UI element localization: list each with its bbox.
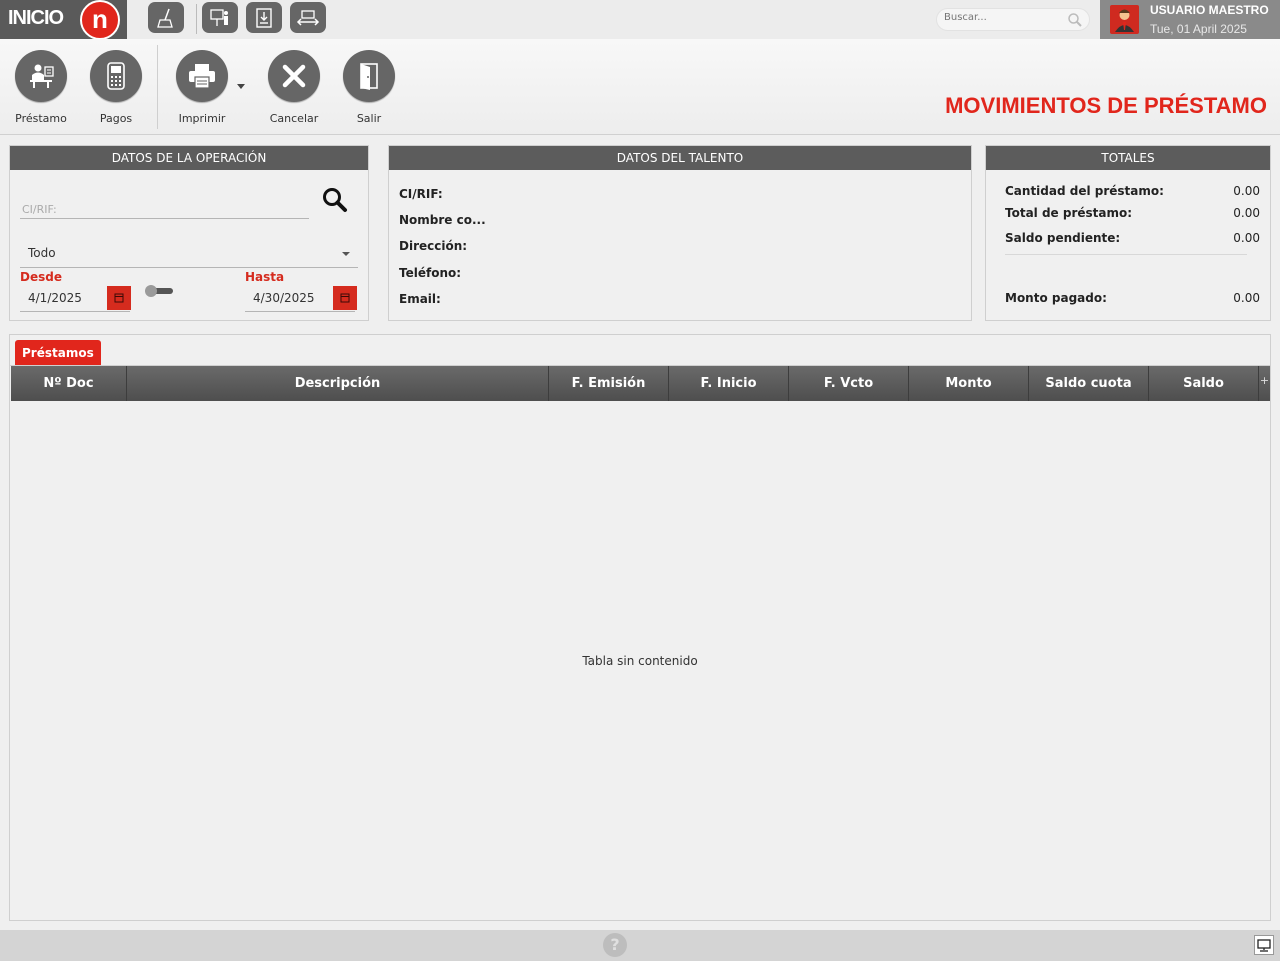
payment-terminal-icon [107,62,125,90]
date-range-toggle[interactable] [145,285,175,297]
cirif-placeholder: CI/RIF: [22,203,57,216]
totales-panel-title: TOTALES [986,146,1270,170]
close-icon [282,64,306,88]
monitor-icon [1257,938,1271,952]
talento-cirif-label: CI/RIF: [399,187,443,201]
quick-separator [196,4,197,34]
hasta-calendar-button[interactable] [333,286,357,310]
imprimir-label: Imprimir [178,112,226,125]
toolbar: Préstamo Pagos Imprimir Cancelar Salir M… [0,39,1280,135]
status-bar: ? [0,930,1280,961]
cancelar-button[interactable] [268,50,320,102]
cantidad-label: Cantidad del préstamo: [1005,184,1164,198]
search-icon[interactable] [321,186,349,217]
table-header: Nº Doc Descripción F. Emisión F. Inicio … [11,366,1270,401]
calendar-icon [340,293,350,303]
hasta-value: 4/30/2025 [253,291,315,305]
monto-pagado-label: Monto pagado: [1005,291,1107,305]
search-icon[interactable] [1067,12,1083,31]
talento-direccion-label: Dirección: [399,239,468,253]
desde-calendar-button[interactable] [107,286,131,310]
pagos-button[interactable] [90,50,142,102]
col-f-vcto[interactable]: F. Vcto [789,366,909,401]
app-logo[interactable]: INICIO n [0,0,127,40]
logo-text: INICIO [8,7,64,29]
chevron-down-icon [342,252,350,256]
top-bar: INICIO n Buscar... USUARIO MAESTRO Tue, … [0,0,1280,40]
filter-value: Todo [28,246,56,260]
col-f-inicio[interactable]: F. Inicio [669,366,789,401]
search-box[interactable] [936,8,1090,31]
total-value: 0.00 [1233,206,1260,220]
col-monto[interactable]: Monto [909,366,1029,401]
totales-panel: TOTALES Cantidad del préstamo: 0.00 Tota… [985,145,1271,321]
door-exit-icon [360,63,378,90]
prestamo-button[interactable] [15,50,67,102]
monitor-button[interactable] [1254,935,1274,955]
talento-telefono-label: Teléfono: [399,266,462,280]
page-title: MOVIMIENTOS DE PRÉSTAMO [945,93,1267,118]
desde-value: 4/1/2025 [28,291,82,305]
transfer-button[interactable] [290,2,326,33]
total-label: Total de préstamo: [1005,206,1133,220]
hasta-label: Hasta [245,270,285,284]
help-icon[interactable]: ? [603,933,627,957]
presentation-button[interactable] [202,2,238,33]
pagos-label: Pagos [99,112,133,125]
imprimir-button[interactable] [176,50,228,102]
col-ndoc[interactable]: Nº Doc [11,366,127,401]
toggle-knob [145,285,157,297]
talento-panel-title: DATOS DEL TALENTO [389,146,971,170]
tab-prestamos[interactable]: Préstamos [15,340,101,366]
document-download-button[interactable] [246,2,282,33]
col-saldo[interactable]: Saldo [1149,366,1259,401]
presentation-icon [210,8,228,26]
cirif-field[interactable]: CI/RIF: [20,194,309,219]
user-panel[interactable]: USUARIO MAESTRO Tue, 01 April 2025 [1100,0,1280,39]
col-descripcion[interactable]: Descripción [127,366,549,401]
document-download-icon [256,7,272,28]
prestamo-label: Préstamo [15,112,67,125]
column-menu-button[interactable]: + [1259,366,1270,401]
operacion-panel-title: DATOS DE LA OPERACIÓN [10,146,368,170]
col-saldo-cuota[interactable]: Saldo cuota [1029,366,1149,401]
user-date: Tue, 01 April 2025 [1150,22,1247,36]
talento-panel: DATOS DEL TALENTO CI/RIF: Nombre co... D… [388,145,972,321]
talento-nombre-label: Nombre co... [399,213,486,227]
cancelar-label: Cancelar [269,112,319,125]
toolbar-separator [157,45,158,129]
col-f-emision[interactable]: F. Emisión [549,366,669,401]
saldo-pendiente-value: 0.00 [1233,231,1260,245]
avatar [1110,5,1139,34]
operacion-panel: DATOS DE LA OPERACIÓN CI/RIF: Todo Desde… [9,145,369,321]
saldo-pendiente-label: Saldo pendiente: [1005,231,1121,245]
talento-email-label: Email: [399,292,441,306]
salir-label: Salir [356,112,382,125]
logo-badge: n [80,0,120,40]
imprimir-dropdown-arrow[interactable] [237,84,245,89]
calendar-icon [114,293,124,303]
cantidad-value: 0.00 [1233,184,1260,198]
user-avatar-icon [1115,9,1134,32]
totales-divider [1005,254,1247,255]
search-input[interactable] [944,12,1064,23]
broom-button[interactable] [148,2,184,33]
monto-pagado-value: 0.00 [1233,291,1260,305]
salir-button[interactable] [343,50,395,102]
user-name: USUARIO MAESTRO [1150,3,1269,17]
broom-icon [157,8,173,28]
prestamos-table-area: Préstamos Nº Doc Descripción F. Emisión … [9,334,1271,921]
table-empty-message: Tabla sin contenido [582,654,698,668]
printer-icon [189,64,215,89]
desde-label: Desde [20,270,62,284]
transfer-icon [296,9,320,26]
loan-desk-icon [30,64,54,88]
filter-select[interactable]: Todo [20,242,358,268]
